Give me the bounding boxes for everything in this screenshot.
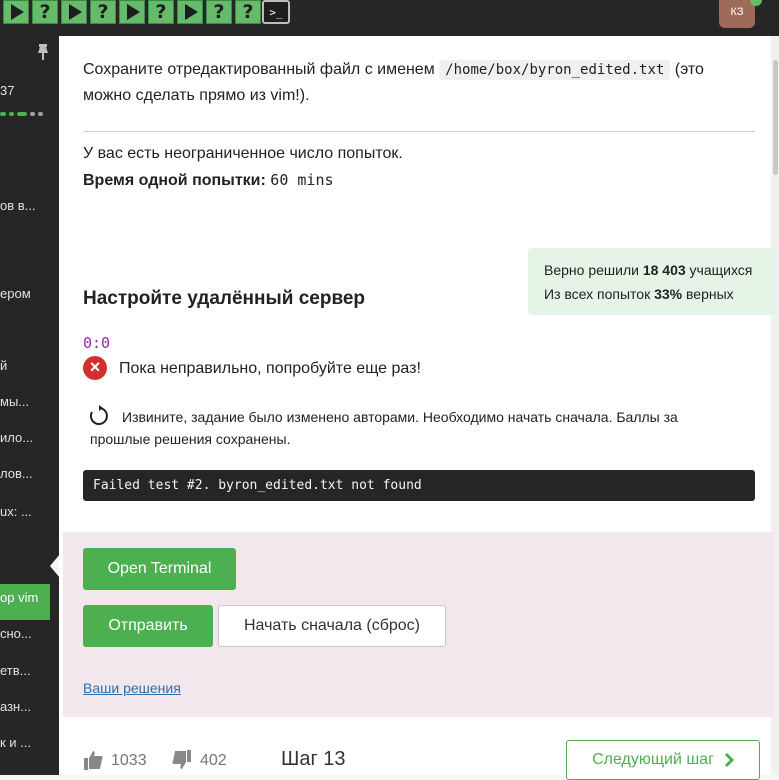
next-step-button[interactable]: Следующий шаг bbox=[566, 740, 760, 780]
attempts-ratio-line: Из всех попыток 33% верных bbox=[544, 286, 734, 302]
test-output: Failed test #2. byron_edited.txt not fou… bbox=[83, 470, 755, 501]
attempt-timer: 0:0 bbox=[83, 334, 111, 352]
open-terminal-button[interactable]: Open Terminal bbox=[83, 548, 236, 590]
top-toolbar: ????? >_ КЗ bbox=[0, 0, 779, 36]
terminal-button[interactable]: >_ bbox=[262, 0, 290, 24]
solved-count-line: Верно решили 18 403 учащихся bbox=[544, 262, 753, 278]
reload-icon bbox=[89, 405, 108, 425]
sidebar-item[interactable]: азн... bbox=[0, 699, 31, 714]
play-icon bbox=[11, 4, 24, 20]
question-icon: ? bbox=[97, 1, 109, 23]
step-button-question[interactable]: ? bbox=[235, 0, 261, 24]
lesson-sidebar: 37 ов в... ером й мы... ило... лов... ux: ... о… bbox=[0, 36, 59, 775]
scrollbar-thumb[interactable] bbox=[773, 60, 778, 175]
terminal-icon: >_ bbox=[269, 5, 283, 19]
submit-button[interactable]: Отправить bbox=[83, 605, 213, 647]
sidebar-item[interactable]: ером bbox=[0, 286, 31, 301]
sidebar-item[interactable]: ило... bbox=[0, 430, 33, 445]
next-step-label: Следующий шаг bbox=[592, 751, 714, 768]
sidebar-item[interactable]: ор vim bbox=[0, 590, 38, 605]
save-instructions: Сохраните отредактированный файл с имене… bbox=[83, 60, 704, 104]
step-button-play[interactable] bbox=[3, 0, 29, 24]
chevron-right-icon bbox=[724, 752, 734, 768]
question-icon: ? bbox=[39, 1, 51, 23]
my-solutions-link[interactable]: Ваши решения bbox=[83, 680, 181, 696]
solve-stats: Верно решили 18 403 учащихся Из всех поп… bbox=[528, 248, 775, 315]
sidebar-item[interactable]: мы... bbox=[0, 394, 29, 409]
reset-note: Извините, задание было изменено авторами… bbox=[90, 409, 678, 447]
step-button-play[interactable] bbox=[61, 0, 87, 24]
save-path: /home/box/byron_edited.txt bbox=[439, 60, 671, 80]
question-icon: ? bbox=[242, 1, 254, 23]
step-button-question[interactable]: ? bbox=[90, 0, 116, 24]
task-title: Настройте удалённый сервер bbox=[83, 288, 366, 309]
divider bbox=[83, 131, 755, 132]
sidebar-score: 37 bbox=[0, 83, 15, 98]
thumbs-up-icon[interactable] bbox=[83, 750, 103, 770]
play-icon bbox=[185, 4, 198, 20]
sidebar-item[interactable]: к и ... bbox=[0, 735, 31, 750]
play-icon bbox=[127, 4, 140, 20]
sidebar-item[interactable]: етв... bbox=[0, 663, 31, 678]
wrong-answer-message: Пока неправильно, попробуйте еще раз! bbox=[119, 360, 421, 377]
sidebar-item[interactable]: й bbox=[0, 358, 7, 373]
progress-indicator bbox=[0, 112, 46, 116]
sidebar-item[interactable]: ux: ... bbox=[0, 504, 32, 519]
sidebar-item[interactable]: лов... bbox=[0, 466, 33, 481]
attempt-time: Время одной попытки: 60 mins bbox=[83, 171, 334, 189]
sidebar-item[interactable]: сно... bbox=[0, 626, 32, 641]
attempts-text: У вас есть неограниченное число попыток. bbox=[83, 145, 403, 162]
step-button-play[interactable] bbox=[177, 0, 203, 24]
error-icon: × bbox=[83, 356, 107, 380]
question-icon: ? bbox=[213, 1, 225, 23]
pin-icon[interactable] bbox=[36, 44, 50, 60]
user-initials: КЗ bbox=[730, 6, 744, 18]
likes-count: 1033 bbox=[111, 752, 147, 769]
thumbs-down-icon[interactable] bbox=[172, 750, 192, 770]
sidebar-item[interactable]: ов в... bbox=[0, 198, 36, 213]
step-button-question[interactable]: ? bbox=[148, 0, 174, 24]
step-button-question[interactable]: ? bbox=[206, 0, 232, 24]
step-button-question[interactable]: ? bbox=[32, 0, 58, 24]
step-button-play[interactable] bbox=[119, 0, 145, 24]
reset-button[interactable]: Начать сначала (сброс) bbox=[218, 605, 446, 647]
step-number: Шаг 13 bbox=[281, 748, 346, 770]
avatar[interactable]: КЗ bbox=[719, 0, 755, 28]
dislikes-count: 402 bbox=[200, 752, 227, 769]
play-icon bbox=[69, 4, 82, 20]
question-icon: ? bbox=[155, 1, 167, 23]
